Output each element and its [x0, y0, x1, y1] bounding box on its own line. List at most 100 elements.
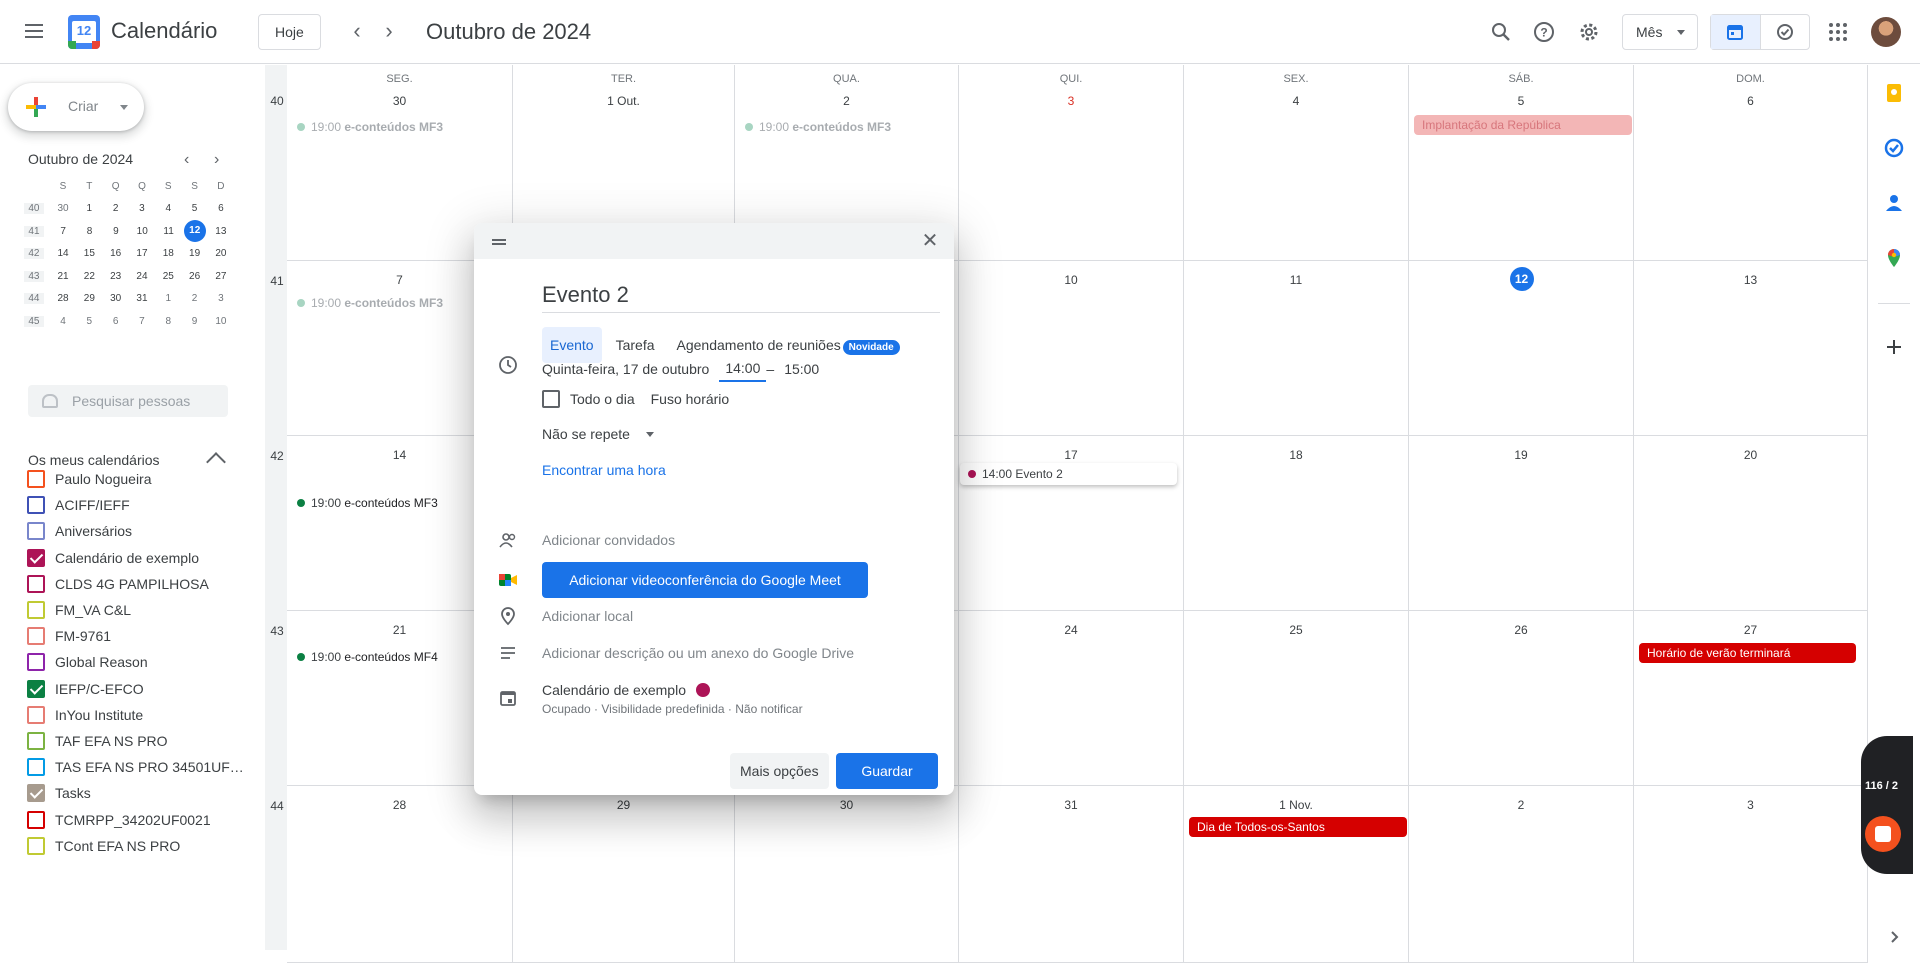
calendar-list-item[interactable]: TCont EFA NS PRO	[27, 835, 180, 857]
search-people-input[interactable]: Pesquisar pessoas	[28, 385, 228, 417]
mini-prev-month-button[interactable]: ‹	[184, 151, 189, 169]
event-chip[interactable]: 19:00 e-conteúdos MF4	[297, 648, 497, 666]
day-cell[interactable]: 12	[1409, 261, 1634, 436]
day-number[interactable]: 13	[1634, 273, 1867, 287]
save-button[interactable]: Guardar	[836, 753, 938, 789]
recorder-widget[interactable]: 116 / 2	[1861, 736, 1913, 874]
week-number[interactable]: 41	[267, 274, 287, 288]
day-cell[interactable]: 19	[1409, 436, 1634, 611]
calendar-checkbox[interactable]	[27, 470, 45, 488]
apps-grid-icon[interactable]	[1826, 20, 1850, 44]
calendar-checkbox[interactable]	[27, 574, 45, 593]
mini-day[interactable]: 6	[208, 203, 234, 214]
calendar-list-item[interactable]: FM_VA C&L	[27, 599, 131, 621]
calendar-checkbox[interactable]	[27, 653, 45, 672]
calendar-checkbox[interactable]	[27, 548, 45, 567]
mini-week-number[interactable]: 41	[24, 225, 44, 237]
mini-day[interactable]: 7	[50, 226, 76, 237]
mini-week-number[interactable]: 42	[24, 248, 44, 260]
mini-day[interactable]: 4	[155, 203, 181, 214]
create-button[interactable]: Criar	[8, 83, 144, 131]
holiday-event[interactable]: Implantação da República	[1414, 115, 1632, 135]
calendar-list-item[interactable]: TAS EFA NS PRO 34501UF…	[27, 756, 244, 778]
day-number[interactable]: 1 Out.	[513, 94, 734, 108]
more-options-button[interactable]: Mais opções	[730, 753, 829, 789]
calendar-list-item[interactable]: Global Reason	[27, 651, 148, 673]
day-cell[interactable]: DOM. 6	[1634, 65, 1868, 261]
event-chip-selected[interactable]: 14:00 Evento 2	[960, 463, 1177, 485]
day-cell[interactable]: 11	[1184, 261, 1409, 436]
calendar-list-item[interactable]: CLDS 4G PAMPILHOSA	[27, 573, 209, 595]
mini-week-number[interactable]: 40	[24, 203, 44, 215]
day-number[interactable]: 4	[1184, 94, 1408, 108]
find-a-time-link[interactable]: Encontrar uma hora	[542, 462, 666, 478]
mini-day[interactable]: 2	[181, 293, 207, 304]
calendar-list-item[interactable]: FM-9761	[27, 625, 111, 647]
drag-handle-icon[interactable]	[492, 239, 506, 245]
day-number[interactable]: 2	[1409, 798, 1633, 812]
week-number[interactable]: 43	[267, 624, 287, 638]
mini-day[interactable]: 22	[76, 271, 102, 282]
event-chip[interactable]: 19:00 e-conteúdos MF3	[745, 118, 945, 136]
tasks-icon[interactable]	[1884, 138, 1904, 158]
event-title-input[interactable]: Evento 2	[542, 279, 940, 313]
calendar-list-item[interactable]: Calendário de exemplo	[27, 547, 199, 569]
mini-day[interactable]: 30	[102, 293, 128, 304]
mini-day[interactable]: 18	[155, 248, 181, 259]
add-addon-plus-icon[interactable]	[1884, 337, 1904, 357]
day-cell[interactable]: SÁB. 5	[1409, 65, 1634, 261]
mini-day[interactable]: 12	[183, 220, 206, 243]
record-stop-icon[interactable]	[1865, 816, 1901, 852]
expand-panel-chevron-icon[interactable]	[1884, 927, 1904, 947]
mini-day[interactable]: 27	[208, 271, 234, 282]
mini-day[interactable]: 26	[181, 271, 207, 282]
mini-day[interactable]: 20	[208, 248, 234, 259]
close-icon[interactable]: ✕	[920, 231, 940, 251]
mini-day[interactable]: 8	[76, 226, 102, 237]
mini-day[interactable]: 5	[181, 203, 207, 214]
calendar-checkbox[interactable]	[27, 810, 45, 829]
dialog-drag-header[interactable]: ✕	[474, 223, 954, 259]
end-time-button[interactable]: 15:00	[778, 357, 825, 381]
settings-gear-icon[interactable]	[1577, 20, 1601, 44]
day-cell[interactable]: 30	[735, 786, 959, 963]
day-cell[interactable]: 18	[1184, 436, 1409, 611]
account-avatar[interactable]	[1871, 17, 1901, 47]
event-date-button[interactable]: Quinta-feira, 17 de outubro	[542, 361, 709, 377]
day-number[interactable]: 24	[959, 623, 1183, 637]
day-number[interactable]: 6	[1634, 94, 1867, 108]
day-cell[interactable]: 29	[513, 786, 735, 963]
contacts-icon[interactable]	[1884, 193, 1904, 213]
day-cell[interactable]: 1 Nov.	[1184, 786, 1409, 963]
tasks-view-icon[interactable]	[1761, 15, 1810, 49]
add-guests-input[interactable]: Adicionar convidados	[542, 532, 675, 548]
calendar-checkbox[interactable]	[27, 601, 45, 619]
day-number[interactable]: 25	[1184, 623, 1408, 637]
day-cell[interactable]: 28	[287, 786, 513, 963]
mini-day[interactable]: 24	[129, 271, 155, 282]
mini-day[interactable]: 28	[50, 293, 76, 304]
repeat-dropdown[interactable]: Não se repete	[542, 426, 654, 442]
calendar-checkbox[interactable]	[27, 627, 45, 646]
calendar-checkbox[interactable]	[27, 705, 45, 724]
day-cell[interactable]: QUI. 3	[959, 65, 1184, 261]
day-cell[interactable]: 2	[1409, 786, 1634, 963]
calendar-logo-icon[interactable]: 12	[68, 15, 100, 49]
mini-day[interactable]: 16	[102, 248, 128, 259]
day-cell[interactable]: 25	[1184, 611, 1409, 786]
week-number[interactable]: 44	[267, 799, 287, 813]
holiday-event[interactable]: Horário de verão terminará	[1639, 643, 1856, 663]
day-number[interactable]: 18	[1184, 448, 1408, 462]
my-calendars-header[interactable]: Os meus calendários	[28, 452, 160, 468]
day-number[interactable]: 27	[1634, 623, 1867, 637]
mini-next-month-button[interactable]: ›	[214, 151, 219, 169]
calendar-list-item[interactable]: IEFP/C-EFCO	[27, 678, 144, 700]
calendar-checkbox[interactable]	[27, 836, 45, 855]
calendar-list-item[interactable]: TCMRPP_34202UF0021	[27, 809, 211, 831]
day-cell[interactable]: 26	[1409, 611, 1634, 786]
event-chip[interactable]: 19:00 e-conteúdos MF3	[297, 294, 497, 312]
mini-day[interactable]: 7	[129, 316, 155, 327]
day-number[interactable]: 2	[735, 94, 958, 108]
calendar-view-icon[interactable]	[1711, 15, 1761, 49]
help-icon[interactable]: ?	[1532, 20, 1556, 44]
